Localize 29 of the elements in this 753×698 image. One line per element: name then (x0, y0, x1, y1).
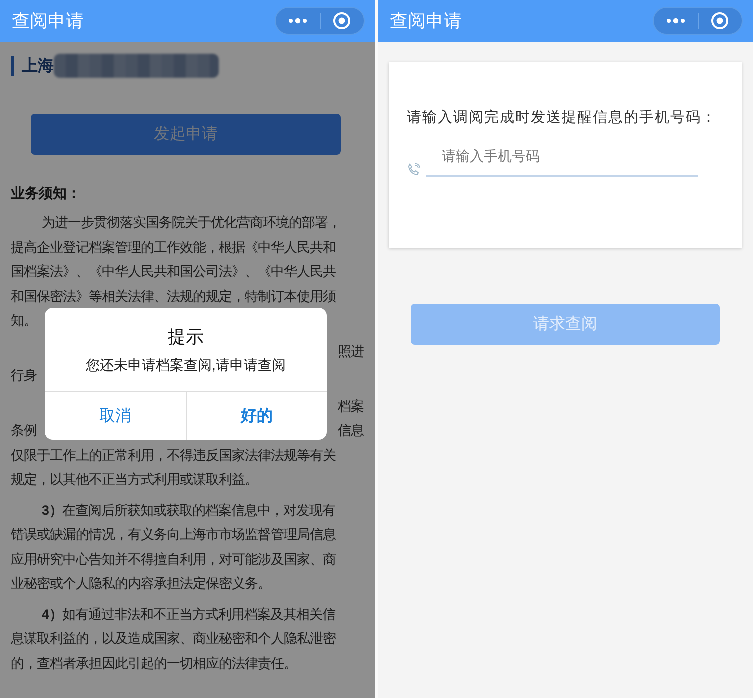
notice-text: 条例 (11, 422, 37, 440)
notice-text: 4）如有通过非法和不正当方式利用档案及其相关信 (42, 606, 336, 624)
notice-text: 照进 (338, 342, 364, 360)
notice-text: 和国保密法》等相关法律、法规的规定，特制订本使用须 (11, 288, 336, 306)
notice-text: 知。 (11, 312, 37, 330)
phone-input-field[interactable]: 请输入手机号码 (426, 145, 698, 177)
notice-text: 档案 (338, 398, 364, 416)
notice-text: 为进一步贯彻落实国务院关于优化营商环境的部署， (42, 214, 341, 232)
phone-prompt: 请输入调阅完成时发送提醒信息的手机号码： (407, 108, 718, 127)
notice-text: 提高企业登记档案管理的工作效能，根据《中华人民共和 (11, 238, 336, 256)
notice-text: 规定，以其他不正当方式利用或谋取利益。 (11, 471, 258, 489)
notice-text: 3）在查阅后所获知或获取的档案信息中，对发现有 (42, 502, 336, 520)
notice-heading: 业务须知： (11, 185, 82, 203)
notice-text: 业秘密或个人隐私的内容承担法定保密义务。 (11, 575, 271, 593)
notice-text: 信息 (338, 422, 364, 440)
notice-text: 的，查档者承担因此引起的一切相应的法律责任。 (11, 654, 297, 672)
notice-text: 息谋取利益的，以及造成国家、商业秘密和个人隐私泄密 (11, 630, 336, 648)
dialog-title: 提示 (168, 326, 204, 349)
page-title: 查阅申请 (390, 10, 462, 33)
notice-text: 仅限于工作上的正常利用，不得违反国家法律法规等有关 (11, 446, 336, 464)
notice-text: 错误或缺漏的情况，有义务向上海市市场监督管理局信息 (11, 526, 336, 544)
dialog-message: 您还未申请档案查阅,请申请查阅 (86, 357, 286, 375)
company-name: 上海 (22, 56, 54, 76)
notice-text: 国档案法》、《中华人民共和国公司法》、《中华人民共 (11, 263, 336, 281)
confirm-button[interactable]: 好的 (186, 392, 327, 440)
cancel-button[interactable]: 取消 (45, 392, 186, 440)
page-title: 查阅申请 (12, 10, 84, 33)
notice-text: 应用研究中心告知并不得擅自利用，对可能涉及国家、商 (11, 550, 336, 568)
notice-text: 行身 (11, 367, 37, 385)
